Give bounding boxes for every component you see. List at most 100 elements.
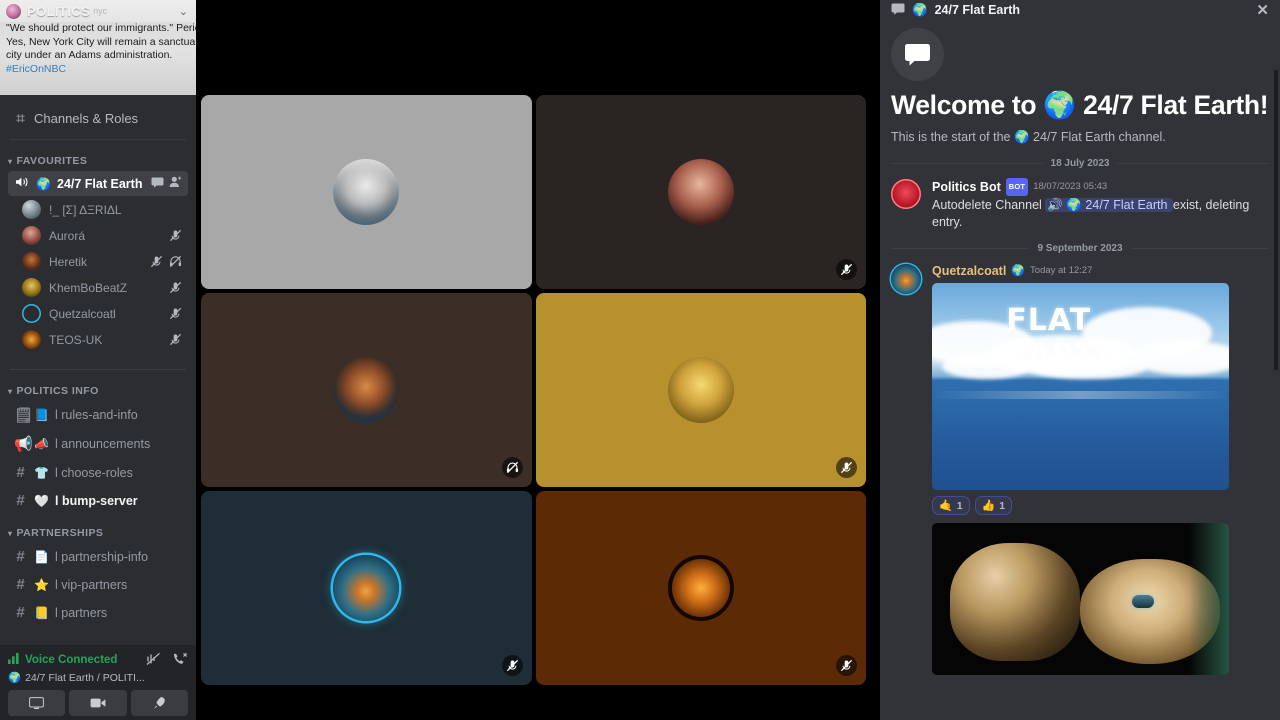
server-banner: "We should protect our immigrants." Peri… — [0, 0, 196, 95]
attachment-flat-earth-image[interactable]: FLAT EARTH — [932, 283, 1229, 490]
participant-tile-3[interactable] — [201, 293, 532, 487]
channel-mention[interactable]: 🔊 🌍 24/7 Flat Earth — [1045, 198, 1173, 212]
welcome-title: Welcome to 🌍 24/7 Flat Earth! — [891, 89, 1269, 122]
sidebar-item-24-7-flat-earth[interactable]: 🌍 24/7 Flat Earth — [8, 171, 188, 196]
voice-member-teos-uk[interactable]: TEOS-UK — [16, 327, 188, 352]
reaction-thumbs-up[interactable]: 👍 1 — [974, 496, 1013, 515]
voice-member-quetzalcoatl[interactable]: Quetzalcoatl — [16, 301, 188, 326]
channel-label: l bump-server — [55, 493, 138, 508]
voice-member-heretik[interactable]: Heretik — [16, 249, 188, 274]
voice-member-name: Quetzalcoatl — [49, 306, 116, 321]
avatar — [22, 226, 41, 245]
sidebar-item-vip-partners[interactable]: # ⭐ l vip-partners — [8, 571, 188, 598]
banner-line: city under an Adams administration. — [6, 49, 173, 61]
megaphone-icon: 📢 — [14, 436, 33, 453]
avatar[interactable] — [891, 179, 921, 209]
channel-emoji: 🌍 — [912, 2, 928, 17]
message-list[interactable]: Welcome to 🌍 24/7 Flat Earth! This is th… — [880, 20, 1280, 720]
message-reactions: 🤙 1 👍 1 — [932, 496, 1269, 515]
server-name: POLITICS — [27, 3, 91, 19]
headphones-deafened-badge — [501, 457, 523, 478]
voice-member-khembobeatz[interactable]: KhemBoBeatZ — [16, 275, 188, 300]
invite-person-icon[interactable] — [169, 176, 182, 191]
message-quetzalcoatl[interactable]: Quetzalcoatl 🌍 Today at 12:27 FLAT EARTH… — [891, 263, 1269, 675]
activity-rocket-icon[interactable] — [130, 690, 188, 716]
voice-connected-label: Voice Connected — [25, 654, 118, 666]
close-icon[interactable]: ✕ — [1256, 1, 1269, 19]
avatar — [22, 330, 41, 349]
server-sidebar: "We should protect our immigrants." Peri… — [0, 0, 196, 720]
channels-roles-label: Channels & Roles — [34, 111, 139, 126]
chat-scrollbar[interactable] — [1274, 70, 1278, 370]
note-icon: 🗒 — [14, 407, 34, 424]
channel-label: l choose-roles — [55, 465, 133, 480]
sidebar-item-rules-and-info[interactable]: 🗒 📘 l rules-and-info — [8, 401, 188, 429]
channel-emoji: 📒 — [34, 605, 49, 620]
sidebar-item-announcements[interactable]: 📢 📣 l announcements — [8, 430, 188, 458]
channel-label: l announcements — [55, 437, 151, 451]
channel-actions — [151, 176, 182, 191]
hash-icon: # — [16, 604, 25, 621]
message-timestamp: Today at 12:27 — [1030, 265, 1093, 276]
participant-tile-2[interactable] — [535, 95, 866, 289]
category-politics-info[interactable]: ▾ POLITICS INFO — [0, 373, 196, 400]
chat-icon[interactable] — [151, 177, 164, 191]
video-camera-icon[interactable] — [69, 690, 127, 716]
channel-label: 24/7 Flat Earth — [57, 176, 143, 191]
participant-tile-5[interactable] — [201, 491, 532, 685]
banner-hashtag: #EricOnNBC — [6, 62, 67, 75]
channel-list[interactable]: ⌗ Channels & Roles ▾ FAVOURITES 🌍 24/7 F… — [0, 95, 196, 645]
welcome-subtitle: This is the start of the 🌍 24/7 Flat Ear… — [891, 130, 1269, 145]
sidebar-item-bump-server[interactable]: # 🤍 l bump-server — [8, 487, 188, 514]
banner-tweet-text: "We should protect our immigrants." Peri… — [0, 22, 196, 76]
channel-emoji: 📘 — [34, 408, 49, 422]
participant-tile-4[interactable] — [535, 293, 866, 487]
khembobeatz-avatar — [667, 357, 734, 423]
category-partnerships[interactable]: ▾ PARTNERSHIPS — [0, 515, 196, 542]
category-label: PARTNERSHIPS — [16, 527, 104, 539]
voice-member-aerial[interactable]: !_ [Σ] ΔΞRIΔL — [16, 197, 188, 222]
category-favourites[interactable]: ▾ FAVOURITES — [0, 143, 196, 170]
voice-status-row: Voice Connected — [8, 651, 188, 669]
mention-label: 24/7 Flat Earth — [1085, 198, 1168, 212]
server-avatar — [6, 3, 21, 19]
mic-muted-icon — [169, 229, 182, 242]
channel-emoji: 📣 — [34, 437, 49, 451]
headphones-deafened-icon — [169, 255, 182, 268]
message-author[interactable]: Politics Bot — [932, 179, 1001, 195]
day-separator: 18 July 2023 — [891, 158, 1269, 169]
participant-grid — [201, 95, 866, 685]
matrix-red-blue-pill-image — [932, 523, 1229, 675]
message-politics-bot[interactable]: Politics Bot BOT 18/07/2023 05:43 Autode… — [891, 178, 1269, 230]
message-author[interactable]: Quetzalcoatl — [932, 263, 1006, 279]
reaction-emoji: 🤙 — [939, 500, 953, 512]
sidebar-item-partners[interactable]: # 📒 l partners — [8, 599, 188, 626]
participant-tile-1[interactable] — [201, 95, 532, 289]
voice-member-name: TEOS-UK — [49, 332, 103, 347]
discord-app-window: "We should protect our immigrants." Peri… — [0, 0, 1280, 720]
phone-hangup-icon[interactable] — [172, 652, 188, 669]
channel-label: l rules-and-info — [55, 408, 138, 422]
chevron-down-icon[interactable]: ⌄ — [179, 5, 188, 18]
speaker-icon: 🔊 — [1047, 198, 1063, 212]
channel-label: l vip-partners — [55, 577, 128, 592]
closed-hand — [950, 543, 1080, 661]
channel-label: l partners — [55, 605, 108, 620]
chat-panel-title: 24/7 Flat Earth — [934, 3, 1021, 17]
voice-connected-panel: Voice Connected 🌍 24/7 Flat Earth / POLI… — [0, 645, 196, 720]
channels-and-roles-button[interactable]: ⌗ Channels & Roles — [8, 105, 188, 132]
chat-bubble-icon — [891, 3, 905, 18]
server-header[interactable]: POLITICS nyc ⌄ — [0, 0, 196, 22]
sidebar-item-choose-roles[interactable]: # 👕 l choose-roles — [8, 459, 188, 486]
reaction-call-me-hand[interactable]: 🤙 1 — [932, 496, 970, 515]
noise-suppression-icon[interactable] — [146, 652, 161, 669]
voice-member-aurora[interactable]: Aurorá — [16, 223, 188, 248]
participant-tile-6[interactable] — [535, 491, 866, 685]
channel-emoji: ⭐ — [34, 577, 49, 592]
attachment-matrix-pill-image[interactable] — [932, 523, 1229, 675]
channels-roles-icon: ⌗ — [16, 110, 25, 127]
sidebar-item-partnership-info[interactable]: # 📄 l partnership-info — [8, 543, 188, 570]
message-header: Quetzalcoatl 🌍 Today at 12:27 — [932, 263, 1269, 279]
screen-share-icon[interactable] — [8, 690, 66, 716]
avatar[interactable] — [891, 264, 921, 294]
